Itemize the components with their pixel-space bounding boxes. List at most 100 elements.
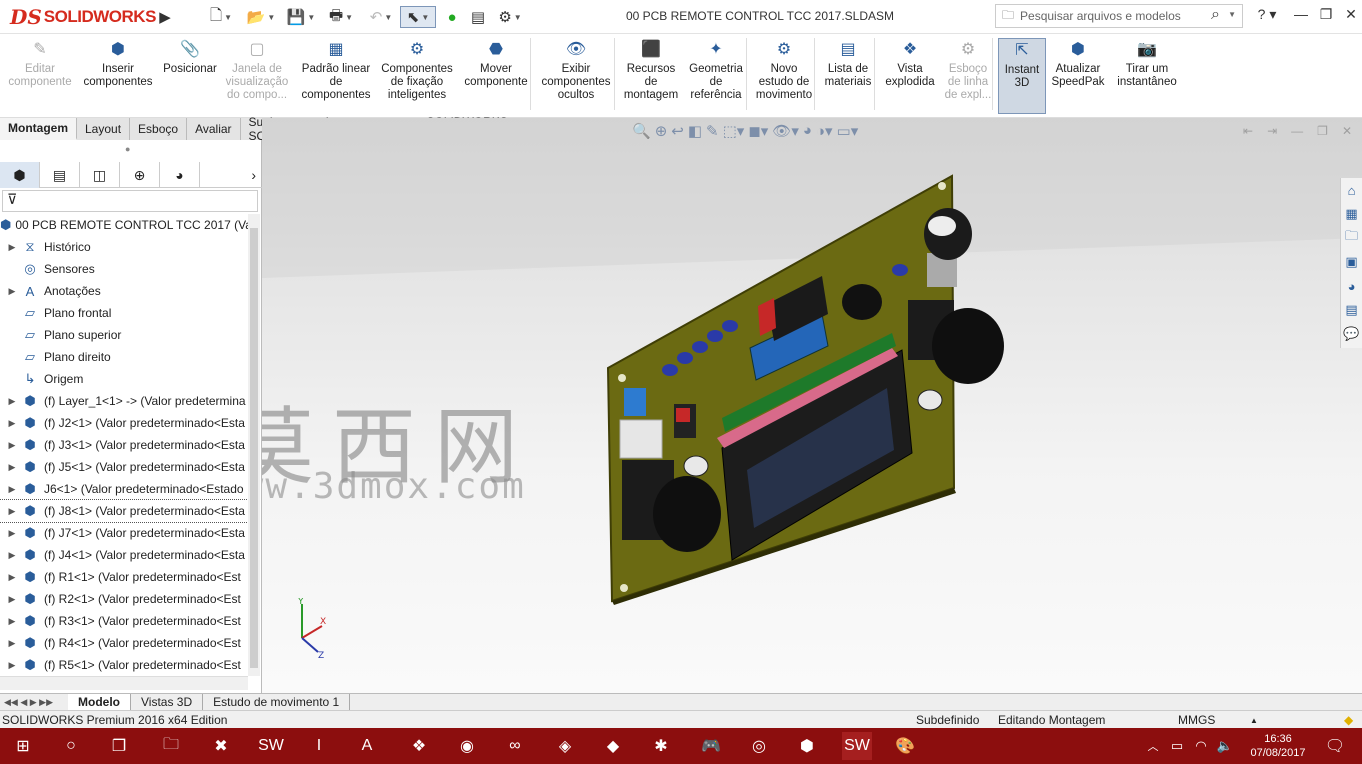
tool-taskbar-icon[interactable]: ✖ [206, 732, 236, 760]
file-properties-icon[interactable]: ▤ [468, 6, 488, 28]
tab-1[interactable]: Layout [77, 118, 131, 140]
file-explorer-taskbar-icon[interactable]: 🗀 [156, 732, 186, 760]
cortana-icon[interactable]: ○ [56, 732, 86, 760]
custom-properties-icon[interactable]: ▤ [1341, 298, 1362, 322]
tree-item[interactable]: ▶ ⬢ (f) J7<1> (Valor predeterminado<Esta [0, 522, 248, 544]
bottom-tab-2[interactable]: Estudo de movimento 1 [203, 694, 351, 710]
expand-arrow-icon[interactable]: ▶ [4, 242, 20, 253]
app-taskbar-icon[interactable]: I [304, 732, 334, 760]
help-icon[interactable]: ? ▾ [1252, 6, 1282, 23]
tree-item[interactable]: ▶ ⬢ (f) J8<1> (Valor predeterminado<Esta [0, 499, 248, 523]
tooltip-toggle-icon[interactable]: ◆ [1344, 713, 1353, 727]
close-icon[interactable]: ✕ [1340, 6, 1362, 23]
bottom-tab-1[interactable]: Vistas 3D [131, 694, 204, 710]
ribbon-button-instant-3d[interactable]: ⇱ Instant 3D [998, 38, 1046, 114]
tree-item[interactable]: ▶ A Anotações [0, 280, 248, 302]
solidworks-resources-icon[interactable]: ⌂ [1341, 178, 1362, 202]
forum-icon[interactable]: 💬 [1341, 322, 1362, 346]
expand-menu-icon[interactable]: ▶ [158, 6, 172, 28]
configuration-manager-tab-icon[interactable]: ◫ [80, 162, 120, 188]
tree-item[interactable]: ▶ ⬢ (f) Layer_1<1> -> (Valor predetermina [0, 390, 248, 412]
ribbon-button-linear-pattern[interactable]: ▦ Padrão linear de componentes [296, 38, 376, 114]
panel-handle-icon[interactable]: ● [125, 144, 130, 154]
expand-arrow-icon[interactable]: ▶ [4, 594, 20, 605]
expand-arrow-icon[interactable]: ▶ [4, 572, 20, 583]
tree-item[interactable]: ▱ Plano superior [0, 324, 248, 346]
expand-arrow-icon[interactable]: ▶ [4, 638, 20, 649]
tree-item[interactable]: ▶ ⧖ Histórico [0, 236, 248, 258]
select-icon[interactable]: ⬉ ▼ [400, 6, 436, 28]
ribbon-button-smart-fasteners[interactable]: ⚙ Componentes de fixação inteligentes [378, 38, 456, 114]
tree-item[interactable]: ▶ ⬢ (f) R2<1> (Valor predeterminado<Est [0, 588, 248, 610]
feature-manager-tab-icon[interactable]: ⬢ [0, 162, 40, 188]
ribbon-button-show-hidden[interactable]: 👁 Exibir componentes ocultos [538, 38, 614, 114]
solidworks-active-taskbar-icon[interactable]: SW [842, 732, 872, 760]
expand-arrow-icon[interactable]: ▶ [4, 286, 20, 297]
ribbon-button-preview-window[interactable]: ▢ Janela de visualização do compo... [224, 38, 290, 114]
tree-horizontal-scrollbar[interactable] [0, 676, 248, 690]
tree-item[interactable]: ▶ ⬢ (f) R3<1> (Valor predeterminado<Est [0, 610, 248, 632]
open-icon[interactable]: 📂 ▼ [244, 6, 278, 28]
solidworks-logo[interactable]: DS SOLIDWORKS [10, 2, 156, 32]
search-input[interactable]: 🗀 Pesquisar arquivos e modelos ⌕ ▼ [995, 4, 1243, 28]
ribbon-button-speedpak[interactable]: ⬢ Atualizar SpeedPak [1048, 38, 1108, 114]
ribbon-button-assembly-features[interactable]: ⬛ Recursos de montagem [620, 38, 682, 114]
search-icon[interactable]: ⌕ [1211, 6, 1220, 24]
system-clock[interactable]: 16:36 07/08/2017 [1238, 732, 1318, 760]
ribbon-button-explode-line-sketch[interactable]: ⚙ Esboço de linha de expl... [942, 38, 994, 114]
tab-0[interactable]: Montagem [0, 118, 77, 140]
tree-vertical-scrollbar[interactable] [248, 214, 260, 676]
tree-item[interactable]: ▶ ⬢ (f) J5<1> (Valor predeterminado<Esta [0, 456, 248, 478]
tab-navigation-arrows[interactable]: ◀◀ ◀ ▶ ▶▶ [0, 694, 68, 710]
file-explorer-icon[interactable]: 🗀 [1341, 226, 1362, 250]
tab-3[interactable]: Avaliar [187, 118, 241, 140]
app-star-taskbar-icon[interactable]: ✱ [646, 732, 676, 760]
tree-item[interactable]: ▱ Plano frontal [0, 302, 248, 324]
expand-arrow-icon[interactable]: ▶ [4, 660, 20, 671]
expand-arrow-icon[interactable]: ▶ [4, 528, 20, 539]
dimxpert-tab-icon[interactable]: ⊕ [120, 162, 160, 188]
ribbon-button-camera[interactable]: 📷 Tirar um instantâneo [1110, 38, 1184, 114]
tree-item[interactable]: ▱ Plano direito [0, 346, 248, 368]
display-manager-tab-icon[interactable]: ◕ [160, 162, 200, 188]
app-diamond-taskbar-icon[interactable]: ◆ [598, 732, 628, 760]
expand-arrow-icon[interactable]: ▶ [4, 550, 20, 561]
tree-item[interactable]: ◎ Sensores [0, 258, 248, 280]
expand-arrow-icon[interactable]: ▶ [4, 484, 20, 495]
notifications-icon[interactable]: 🗨 [1320, 732, 1350, 760]
tree-item[interactable]: ▶ ⬢ (f) J2<1> (Valor predeterminado<Esta [0, 412, 248, 434]
property-manager-tab-icon[interactable]: ▤ [40, 162, 80, 188]
controller-taskbar-icon[interactable]: 🎮 [696, 732, 726, 760]
design-library-icon[interactable]: ▦ [1341, 202, 1362, 226]
tree-item[interactable]: ▶ ⬢ (f) R4<1> (Valor predeterminado<Est [0, 632, 248, 654]
ribbon-button-insert-components[interactable]: ⬢ Inserir componentes [83, 38, 152, 114]
bottom-tab-0[interactable]: Modelo [68, 694, 131, 710]
tree-item[interactable]: ▶ ⬢ J6<1> (Valor predeterminado<Estado [0, 478, 248, 500]
expand-arrow-icon[interactable]: ▶ [4, 506, 20, 517]
undo-icon[interactable]: ↶ ▼ [364, 6, 398, 28]
tree-item[interactable]: ▶ ⬢ (f) J3<1> (Valor predeterminado<Esta [0, 434, 248, 456]
windows-start-icon[interactable]: ⊞ [8, 732, 38, 760]
paint-taskbar-icon[interactable]: 🎨 [890, 732, 920, 760]
ribbon-button-mate[interactable]: 📎 Posicionar [160, 38, 220, 114]
rebuild-icon[interactable]: ● [444, 6, 460, 28]
cube-taskbar-icon[interactable]: ⬢ [792, 732, 822, 760]
status-units[interactable]: MMGS [1178, 713, 1215, 727]
minimize-icon[interactable]: — [1290, 6, 1312, 22]
ribbon-button-edit-component[interactable]: ✎ Editar componente [6, 38, 74, 114]
ribbon-button-reference-geometry[interactable]: ✦ Geometria de referência [684, 38, 748, 114]
green-app-taskbar-icon[interactable]: ❖ [404, 732, 434, 760]
ribbon-button-motion-study[interactable]: ⚙ Novo estudo de movimento [752, 38, 816, 114]
units-dropdown-icon[interactable]: ▲ [1250, 716, 1258, 725]
more-tabs-icon[interactable]: › [200, 162, 262, 188]
tree-item[interactable]: ▶ ⬢ (f) R5<1> (Valor predeterminado<Est [0, 654, 248, 676]
expand-arrow-icon[interactable]: ▶ [4, 462, 20, 473]
ribbon-button-move-component[interactable]: ⬣ Mover componente [456, 38, 536, 114]
expand-arrow-icon[interactable]: ▶ [4, 418, 20, 429]
new-document-icon[interactable]: 🗋 ▼ [206, 6, 236, 28]
search-dropdown-icon[interactable]: ▼ [1228, 10, 1236, 19]
view-palette-icon[interactable]: ▣ [1341, 250, 1362, 274]
tree-item[interactable]: ▶ ⬢ (f) J4<1> (Valor predeterminado<Esta [0, 544, 248, 566]
tree-root-assembly[interactable]: ⬢ 00 PCB REMOTE CONTROL TCC 2017 (Va [0, 214, 248, 236]
options-gear-icon[interactable]: ⚙ ▼ [494, 6, 526, 28]
